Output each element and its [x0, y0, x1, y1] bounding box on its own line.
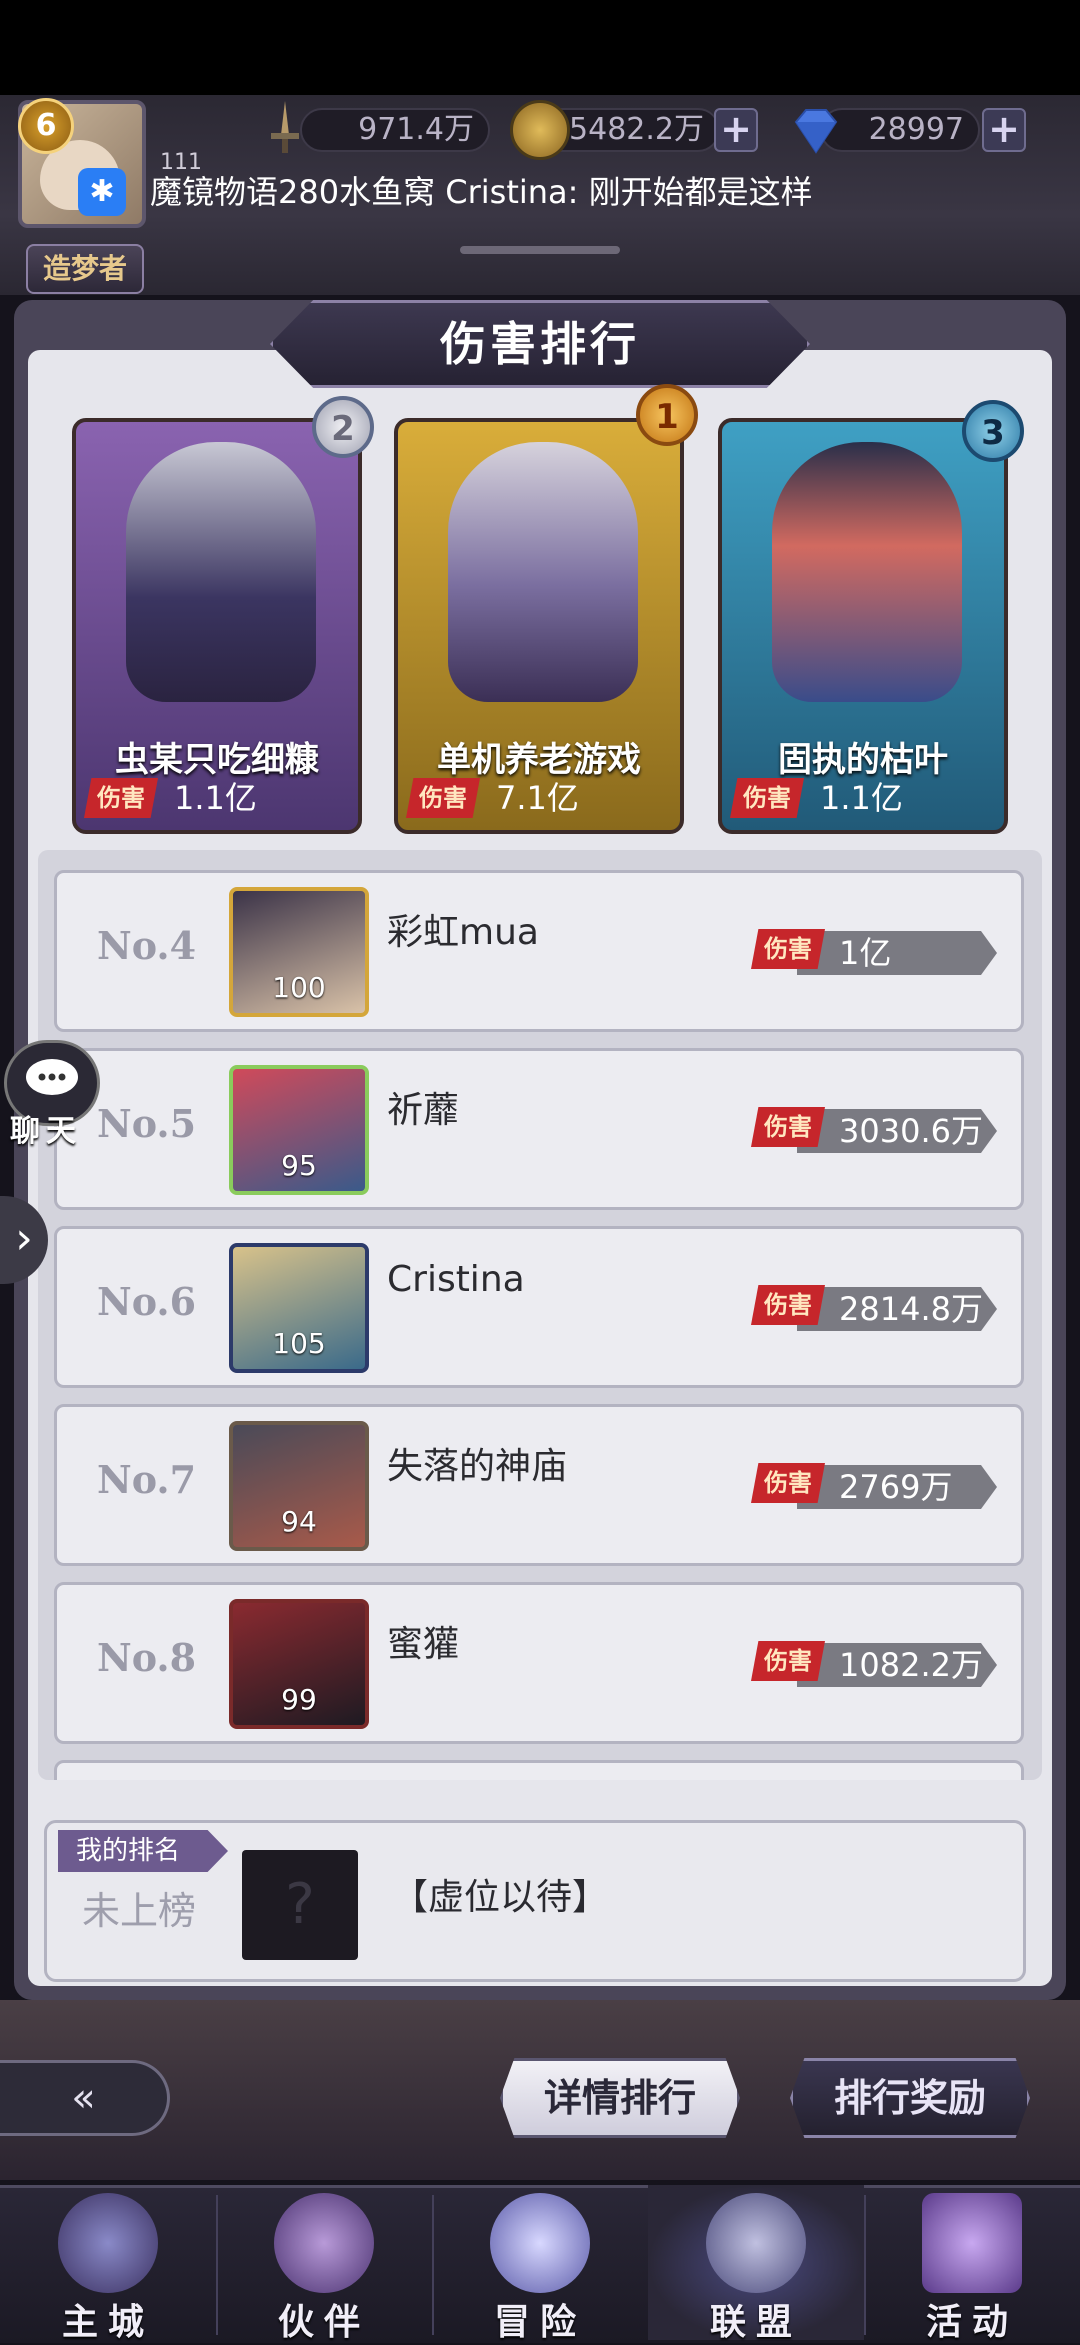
damage-tag-icon: 伤害 [406, 778, 480, 818]
diamond-icon [786, 100, 846, 160]
nav-label: 冒险 [493, 2302, 586, 2343]
damage-tag-icon: 伤害 [751, 929, 825, 969]
rank-number: No.8 [97, 1635, 197, 1680]
top3-card-rank3[interactable]: 固执的枯叶 伤害 1.1亿 [718, 418, 1008, 834]
list-item[interactable]: No.7 94 失落的神庙 伤害 2769万 [54, 1404, 1024, 1566]
shield-icon [706, 2193, 806, 2293]
back-button[interactable]: « [0, 2060, 170, 2136]
player-title-badge: 造梦者 [26, 244, 144, 294]
damage-value: 1082.2万 [839, 1646, 983, 1684]
top3-damage: 伤害 1.1亿 [730, 774, 1000, 822]
list-item[interactable]: No.8 99 蜜獾 伤害 1082.2万 [54, 1582, 1024, 1744]
add-diamond-button[interactable]: + [982, 108, 1026, 152]
nav-adventure[interactable]: 冒险 [432, 2185, 648, 2343]
nav-events[interactable]: 活动 [864, 2185, 1080, 2343]
player-level: 95 [281, 1149, 317, 1182]
top3-card-rank2[interactable]: 虫某只吃细糠 伤害 1.1亿 [72, 418, 362, 834]
compass-icon [490, 2193, 590, 2293]
rank-number: No.7 [97, 1457, 197, 1502]
damage-value: 1亿 [839, 934, 892, 972]
damage-tag-icon: 伤害 [751, 1107, 825, 1147]
my-rank-name: 【虚位以待】 [392, 1877, 609, 1918]
damage-value: 2814.8万 [839, 1290, 983, 1328]
damage-tag-icon: 伤害 [751, 1285, 825, 1325]
add-gold-button[interactable]: + [714, 108, 758, 152]
player-name: 蜜獾 [387, 1624, 460, 1665]
nav-label: 联盟 [709, 2302, 802, 2343]
character-art [448, 442, 638, 702]
top3-damage-value: 7.1亿 [496, 779, 579, 817]
player-level: 94 [281, 1505, 317, 1538]
player-name: Cristina [387, 1259, 525, 1300]
bronze-medal-icon: 3 [962, 400, 1024, 462]
cards-icon [922, 2193, 1022, 2293]
nav-label: 活动 [925, 2302, 1018, 2343]
damage-tag-icon: 伤害 [84, 778, 158, 818]
damage-value: 2769万 [839, 1468, 953, 1506]
world-chat-message[interactable]: 魔镜物语280水鱼窝 Cristina: 刚开始都是这样 [150, 170, 813, 214]
system-status-bar [0, 0, 1080, 95]
character-art [126, 442, 316, 702]
gold-medal-icon: 1 [636, 384, 698, 446]
top3-damage-value: 1.1亿 [174, 779, 257, 817]
my-rank-status: 未上榜 [82, 1889, 197, 1933]
my-rank-tab: 我的排名 [58, 1830, 228, 1872]
top3-damage: 伤害 7.1亿 [406, 774, 676, 822]
nav-label: 伙伴 [277, 2302, 370, 2343]
rank-number: No.6 [97, 1279, 197, 1324]
top3-damage: 伤害 1.1亿 [84, 774, 354, 822]
player-level: 105 [272, 1327, 326, 1360]
silver-medal-icon: 2 [312, 396, 374, 458]
castle-icon [58, 2193, 158, 2293]
panel-title: 伤害排行 [270, 300, 810, 388]
player-name: 失落的神庙 [387, 1446, 568, 1487]
nav-main-city[interactable]: 主城 [0, 2185, 216, 2343]
player-name: 祈蘼 [387, 1090, 460, 1131]
chat-button-label[interactable]: 聊天 [10, 1106, 82, 1150]
player-name: 彩虹mua [387, 912, 539, 953]
power-value: 971.4万 [300, 108, 490, 152]
damage-value: 3030.6万 [839, 1112, 983, 1150]
chat-channel-icon[interactable]: ✱ [78, 168, 126, 216]
witch-hat-icon [274, 2193, 374, 2293]
gold-coin-icon [510, 100, 570, 160]
empty-portrait-icon: ? [242, 1850, 358, 1960]
nav-alliance[interactable]: 联盟 [648, 2185, 864, 2343]
player-level: 99 [281, 1683, 317, 1716]
player-level-badge: 6 [18, 98, 74, 154]
damage-tag-icon: 伤害 [730, 778, 804, 818]
damage-tag-icon: 伤害 [751, 1463, 825, 1503]
rank-number: No.5 [97, 1101, 197, 1146]
nav-partners[interactable]: 伙伴 [216, 2185, 432, 2343]
character-art [772, 442, 962, 702]
ranking-list[interactable]: No.4 100 彩虹mua 伤害 1亿 No.5 95 祈蘼 伤害 3030.… [38, 850, 1042, 1780]
top3-card-rank1[interactable]: 单机养老游戏 伤害 7.1亿 [394, 418, 684, 834]
list-item[interactable]: No.6 105 Cristina 伤害 2814.8万 [54, 1226, 1024, 1388]
damage-tag-icon: 伤害 [751, 1641, 825, 1681]
damage-bar [797, 931, 997, 975]
rank-number: No.4 [97, 923, 197, 968]
list-item[interactable] [54, 1760, 1024, 1780]
details-ranking-button[interactable]: 详情排行 [500, 2058, 740, 2138]
nav-label: 主城 [61, 2302, 154, 2343]
list-item[interactable]: No.5 95 祈蘼 伤害 3030.6万 [54, 1048, 1024, 1210]
ranking-rewards-button[interactable]: 排行奖励 [790, 2058, 1030, 2138]
chat-drag-handle[interactable] [460, 246, 620, 254]
list-item[interactable]: No.4 100 彩虹mua 伤害 1亿 [54, 870, 1024, 1032]
player-level: 100 [272, 971, 326, 1004]
top3-damage-value: 1.1亿 [820, 779, 903, 817]
